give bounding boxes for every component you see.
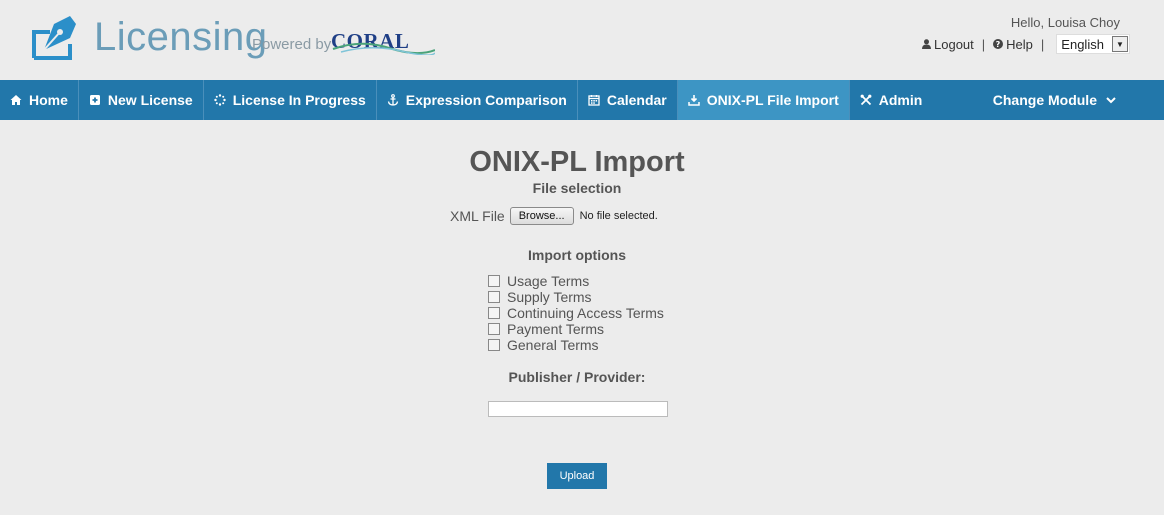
calendar-icon bbox=[588, 95, 600, 106]
nav-label: Expression Comparison bbox=[405, 92, 567, 108]
main-nav: Home New License License In Progress Exp… bbox=[0, 80, 1164, 120]
nav-label: ONIX-PL File Import bbox=[706, 92, 839, 108]
licensing-logo-icon bbox=[32, 16, 76, 60]
help-link[interactable]: ? Help bbox=[993, 37, 1033, 52]
question-circle-icon: ? bbox=[993, 39, 1004, 49]
logout-link[interactable]: Logout bbox=[922, 37, 974, 52]
option-general-terms: General Terms bbox=[488, 337, 664, 353]
nav-label: License In Progress bbox=[232, 92, 366, 108]
nav-home[interactable]: Home bbox=[0, 80, 79, 120]
user-links: Logout | ? Help | English ▼ bbox=[922, 34, 1130, 54]
xml-file-label: XML File bbox=[450, 208, 505, 224]
publisher-provider-label: Publisher / Provider: bbox=[508, 369, 646, 385]
anchor-icon bbox=[387, 94, 398, 106]
nav-admin[interactable]: Admin bbox=[850, 80, 933, 120]
browse-button[interactable]: Browse... bbox=[509, 207, 574, 225]
coral-logo: CORAL bbox=[331, 27, 435, 57]
option-supply-terms: Supply Terms bbox=[488, 289, 664, 305]
separator: | bbox=[981, 36, 986, 52]
nav-label: New License bbox=[107, 92, 193, 108]
language-select[interactable]: English ▼ bbox=[1056, 34, 1130, 54]
download-icon bbox=[688, 95, 700, 106]
import-options-list: Usage Terms Supply Terms Continuing Acce… bbox=[488, 273, 664, 353]
plus-square-icon bbox=[89, 95, 100, 105]
user-greeting: Hello, Louisa Choy bbox=[1010, 15, 1120, 30]
option-payment-terms: Payment Terms bbox=[488, 321, 664, 337]
language-value: English bbox=[1061, 36, 1104, 52]
chevron-down-icon bbox=[1106, 96, 1116, 103]
wave-icon bbox=[332, 42, 435, 55]
continuing-access-terms-checkbox[interactable] bbox=[488, 307, 500, 319]
option-label: Usage Terms bbox=[507, 273, 590, 289]
option-label: Payment Terms bbox=[507, 321, 604, 337]
help-label: Help bbox=[1006, 36, 1033, 52]
import-options-heading: Import options bbox=[528, 247, 626, 263]
tools-icon bbox=[860, 94, 872, 106]
nav-license-in-progress[interactable]: License In Progress bbox=[204, 80, 377, 120]
change-module-label: Change Module bbox=[992, 92, 1097, 108]
general-terms-checkbox[interactable] bbox=[488, 339, 500, 351]
option-label: Continuing Access Terms bbox=[507, 305, 664, 321]
nav-label: Admin bbox=[878, 92, 923, 108]
main-content: ONIX-PL Import File selection XML File B… bbox=[0, 120, 1164, 515]
spinner-icon bbox=[214, 94, 226, 106]
payment-terms-checkbox[interactable] bbox=[488, 323, 500, 335]
app-title: Licensing bbox=[94, 15, 268, 59]
nav-onix-pl-file-import[interactable]: ONIX-PL File Import bbox=[677, 80, 850, 120]
supply-terms-checkbox[interactable] bbox=[488, 291, 500, 303]
user-icon bbox=[922, 39, 931, 49]
chevron-down-icon: ▼ bbox=[1111, 36, 1128, 52]
header: Licensing Powered by CORAL Hello, Louisa… bbox=[0, 0, 1164, 80]
publisher-provider-input[interactable] bbox=[488, 401, 668, 417]
option-usage-terms: Usage Terms bbox=[488, 273, 664, 289]
upload-button[interactable]: Upload bbox=[547, 463, 607, 489]
separator: | bbox=[1040, 36, 1045, 52]
option-label: General Terms bbox=[507, 337, 599, 353]
page-title: ONIX-PL Import bbox=[469, 146, 685, 178]
nav-expression-comparison[interactable]: Expression Comparison bbox=[377, 80, 578, 120]
nav-label: Home bbox=[29, 92, 68, 108]
option-continuing-access-terms: Continuing Access Terms bbox=[488, 305, 664, 321]
file-selection-heading: File selection bbox=[532, 180, 622, 196]
no-file-text: No file selected. bbox=[579, 210, 658, 222]
xml-file-row: XML File Browse... No file selected. bbox=[450, 207, 658, 225]
nav-new-license[interactable]: New License bbox=[79, 80, 204, 120]
home-icon bbox=[10, 95, 22, 105]
option-label: Supply Terms bbox=[507, 289, 592, 305]
powered-by-text: Powered by bbox=[252, 36, 332, 53]
usage-terms-checkbox[interactable] bbox=[488, 275, 500, 287]
nav-calendar[interactable]: Calendar bbox=[578, 80, 678, 120]
logout-label: Logout bbox=[934, 36, 974, 52]
svg-text:?: ? bbox=[996, 40, 1001, 49]
change-module-menu[interactable]: Change Module bbox=[983, 80, 1164, 120]
nav-label: Calendar bbox=[606, 92, 667, 108]
